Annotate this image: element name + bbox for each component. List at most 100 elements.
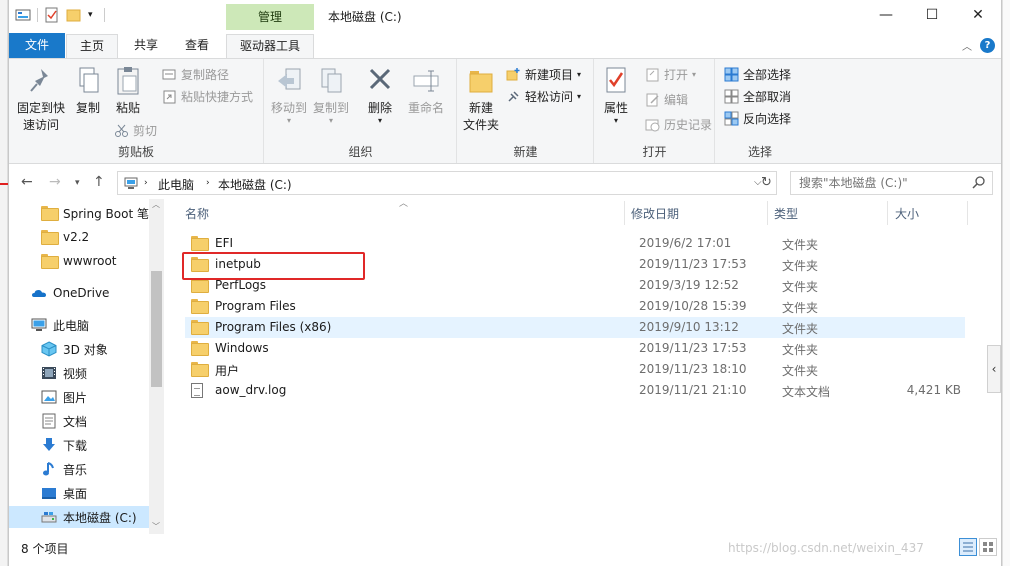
breadcrumb-this-pc[interactable]: 此电脑 (158, 176, 194, 193)
nav-item-v2-2[interactable]: v2.2 (9, 226, 149, 248)
nav-item-3d-objects[interactable]: 3D 对象 (9, 338, 149, 360)
tab-file[interactable]: 文件 (9, 33, 65, 58)
expand-pane-chevron-icon[interactable]: ‹ (987, 345, 1001, 393)
column-header-date[interactable]: 修改日期 (631, 205, 679, 222)
paste-shortcut-button[interactable]: 粘贴快捷方式 (162, 88, 253, 105)
file-row-users[interactable]: 用户 2019/11/23 18:10 文件夹 (185, 359, 965, 380)
file-type: 文件夹 (782, 301, 819, 315)
scroll-down-chevron-icon[interactable]: ﹀ (152, 521, 160, 532)
file-date: 2019/11/21 21:10 (639, 383, 747, 397)
nav-item-wwwroot[interactable]: wwwroot (9, 250, 149, 272)
nav-item-videos[interactable]: 视频 (9, 362, 149, 384)
nav-pane-scrollbar[interactable]: ︿ ﹀ (149, 199, 164, 534)
cut-button[interactable]: 剪切 (114, 122, 157, 139)
open-button[interactable]: 打开 ▾ (645, 66, 696, 83)
breadcrumb-local-disk[interactable]: 本地磁盘 (C:) (218, 176, 292, 193)
minimize-ribbon-icon[interactable]: ︿ (962, 38, 972, 53)
file-row-program-files[interactable]: Program Files 2019/10/28 15:39 文件夹 (185, 296, 965, 317)
column-header-type[interactable]: 类型 (774, 205, 798, 222)
nav-item-pictures[interactable]: 图片 (9, 386, 149, 408)
search-box[interactable] (790, 171, 993, 195)
copy-button[interactable]: 复制 (71, 65, 105, 117)
up-arrow-icon[interactable]: ↑ (93, 174, 105, 190)
documents-icon (41, 413, 57, 429)
explorer-app-icon[interactable] (15, 7, 31, 23)
properties-button[interactable]: 属性 ▾ (599, 65, 633, 125)
close-button[interactable]: ✕ (955, 0, 1001, 30)
new-folder-label: 新建 文件夹 (462, 101, 499, 132)
file-row-aow-drv-log[interactable]: aow_drv.log 2019/11/21 21:10 文本文档 4,421 … (185, 380, 965, 401)
select-all-button[interactable]: 全部选择 (724, 66, 791, 83)
forward-arrow-icon[interactable]: → (49, 174, 61, 190)
history-button[interactable]: 历史记录 (645, 116, 712, 133)
help-icon[interactable]: ? (980, 38, 995, 53)
nav-item-label: 3D 对象 (63, 342, 108, 357)
file-row-efi[interactable]: EFI 2019/6/2 17:01 文件夹 (185, 233, 965, 254)
copy-to-label: 复制到 (312, 101, 349, 115)
address-bar[interactable]: › 此电脑 › 本地磁盘 (C:) ⌵ (117, 171, 777, 195)
tab-drive-tools[interactable]: 驱动器工具 (226, 34, 314, 59)
folder-icon (191, 278, 209, 293)
file-explorer-window: ▾ 管理 本地磁盘 (C:) — ☐ ✕ 文件 主页 共享 查看 驱动器工具 ︿… (8, 0, 1002, 566)
title-bar: ▾ 管理 本地磁盘 (C:) — ☐ ✕ (9, 0, 1001, 30)
paste-icon (113, 65, 143, 97)
folder-icon (191, 362, 209, 377)
this-pc-address-icon (124, 176, 140, 193)
nav-pane-scroll-thumb[interactable] (151, 271, 162, 387)
3d-objects-icon (41, 341, 57, 357)
search-input[interactable] (799, 175, 969, 191)
tab-view[interactable]: 查看 (174, 34, 220, 58)
details-view-icon[interactable] (959, 538, 977, 556)
tab-share[interactable]: 共享 (123, 34, 169, 58)
select-none-button[interactable]: 全部取消 (724, 88, 791, 105)
column-header-size[interactable]: 大小 (895, 205, 919, 222)
copy-to-button[interactable]: 复制到 ▾ (311, 65, 351, 125)
nav-item-desktop[interactable]: 桌面 (9, 482, 149, 504)
new-folder-quick-icon[interactable] (66, 7, 82, 23)
properties-label: 属性 (603, 101, 628, 115)
edit-button[interactable]: 编辑 (645, 91, 688, 108)
search-icon[interactable] (972, 175, 986, 192)
file-type: 文本文档 (782, 385, 831, 399)
paste-button[interactable]: 粘贴 (111, 65, 145, 117)
select-none-label: 全部取消 (743, 90, 792, 104)
folder-icon (41, 253, 59, 269)
nav-item-downloads[interactable]: 下载 (9, 434, 149, 456)
delete-button[interactable]: 删除 ▾ (363, 65, 397, 125)
maximize-button[interactable]: ☐ (909, 0, 955, 30)
file-row-windows[interactable]: Windows 2019/11/23 17:53 文件夹 (185, 338, 965, 359)
nav-item-this-pc[interactable]: 此电脑 (9, 314, 149, 336)
nav-item-spring-boot[interactable]: Spring Boot 笔 (9, 202, 149, 224)
nav-item-local-disk[interactable]: 本地磁盘 (C:) (9, 506, 149, 528)
move-to-icon (274, 65, 304, 97)
file-row-program-files-x86[interactable]: Program Files (x86) 2019/9/10 13:12 文件夹 (185, 317, 965, 338)
refresh-icon[interactable]: ↻ (761, 175, 772, 190)
large-icons-view-icon[interactable] (979, 538, 997, 556)
move-to-button[interactable]: 移动到 ▾ (269, 65, 309, 125)
scroll-up-chevron-icon[interactable]: ︿ (152, 199, 160, 210)
copy-path-button[interactable]: 复制路径 (162, 66, 229, 83)
nav-item-onedrive[interactable]: OneDrive (9, 282, 149, 304)
column-header-name[interactable]: 名称 (185, 205, 209, 222)
rename-button[interactable]: 重命名 (405, 65, 447, 117)
new-item-button[interactable]: 新建项目 ▾ (506, 66, 581, 83)
new-folder-button[interactable]: 新建 文件夹 (462, 65, 500, 134)
tab-home[interactable]: 主页 (66, 34, 118, 59)
back-arrow-icon[interactable]: ← (21, 174, 33, 190)
navigation-pane: Spring Boot 笔 v2.2 wwwroot OneDrive 此电脑 (9, 199, 164, 534)
new-group-label: 新建 (513, 145, 538, 159)
nav-item-documents[interactable]: 文档 (9, 410, 149, 432)
pin-quick-access-button[interactable]: 固定到快 速访问 (13, 65, 69, 134)
edit-label: 编辑 (664, 93, 689, 107)
nav-item-label: 此电脑 (53, 318, 90, 333)
invert-selection-button[interactable]: 反向选择 (724, 110, 791, 127)
minimize-button[interactable]: — (863, 0, 909, 30)
recent-locations-chevron-icon[interactable]: ▾ (75, 178, 80, 188)
customize-qat-icon[interactable]: ▾ (88, 7, 98, 23)
easy-access-button[interactable]: 轻松访问 ▾ (506, 88, 581, 105)
nav-item-music[interactable]: 音乐 (9, 458, 149, 480)
music-icon (41, 461, 57, 477)
file-name: EFI (215, 236, 234, 250)
copy-path-label: 复制路径 (181, 68, 230, 82)
properties-quick-icon[interactable] (44, 7, 60, 23)
